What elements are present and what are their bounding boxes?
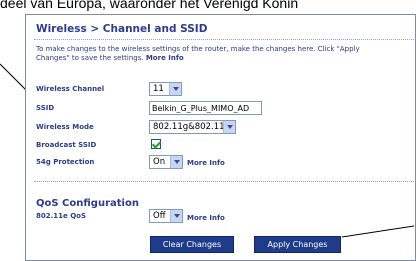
qos-value: Off [153,211,166,221]
intro-more-info-link[interactable]: More Info [146,54,184,62]
ssid-label: SSID [36,104,55,112]
intro-line-2-text: Changes" to save the settings. [36,54,144,62]
wireless-mode-label: Wireless Mode [36,123,94,131]
wireless-channel-value: 11 [153,84,164,94]
callout-line-right [341,225,415,238]
ssid-input[interactable] [149,101,262,115]
clear-changes-button[interactable]: Clear Changes [150,236,234,253]
qos-more-info-link[interactable]: More Info [187,214,225,222]
apply-changes-button[interactable]: Apply Changes [254,236,341,253]
wireless-mode-select[interactable]: 802.11g&802.11b [149,120,236,134]
broadcast-ssid-label: Broadcast SSID [36,141,97,149]
qos-section-title: QoS Configuration [36,198,139,209]
protection-value: On [153,157,166,167]
protection-more-info-link[interactable]: More Info [187,159,225,167]
chevron-down-icon [169,83,181,95]
wireless-channel-label: Wireless Channel [36,85,105,93]
protection-label: 54g Protection [36,158,95,166]
wireless-channel-select[interactable]: 11 [149,82,182,96]
protection-select[interactable]: On [149,155,183,169]
page-title: Wireless > Channel and SSID [36,23,208,35]
wireless-mode-value: 802.11g&802.11b [153,122,230,132]
chevron-down-icon [223,121,235,133]
broadcast-ssid-checkbox[interactable] [151,139,161,149]
chevron-down-icon [170,210,182,222]
qos-select[interactable]: Off [149,209,183,223]
chevron-down-icon [170,156,182,168]
qos-label: 802.11e QoS [36,212,86,220]
